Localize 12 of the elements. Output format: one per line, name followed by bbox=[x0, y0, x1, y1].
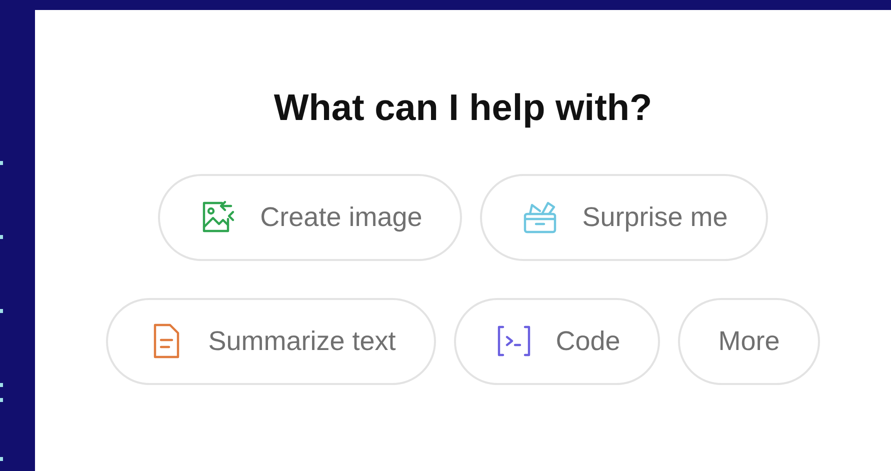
edge-mark bbox=[0, 457, 3, 461]
suggestion-button[interactable]: Create image bbox=[158, 174, 462, 260]
suggestion-button[interactable]: Summarize text bbox=[106, 298, 436, 384]
edge-mark bbox=[0, 383, 3, 387]
heading: What can I help with? bbox=[274, 86, 652, 130]
edge-mark bbox=[0, 161, 3, 165]
suggestion-button[interactable]: Surprise me bbox=[480, 174, 768, 260]
suggestion-button[interactable]: Code bbox=[454, 298, 660, 384]
edge-mark bbox=[0, 398, 3, 402]
edge-mark bbox=[0, 309, 3, 313]
suggestion-button[interactable]: More bbox=[678, 298, 820, 384]
edge-mark bbox=[0, 235, 3, 239]
